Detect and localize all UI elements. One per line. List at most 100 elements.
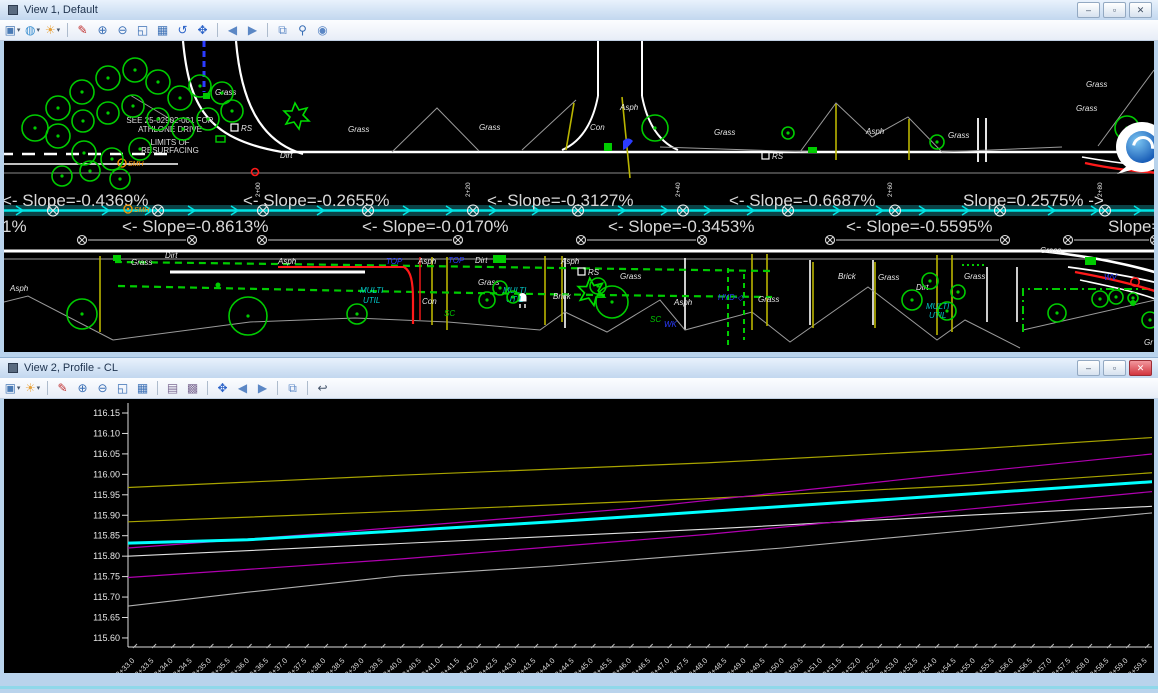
adjust-brightness-button[interactable]: ☀▾: [43, 21, 62, 39]
profile-table-button[interactable]: ▩: [183, 379, 202, 397]
maximize-button[interactable]: ▫: [1103, 360, 1126, 376]
view1-titlebar[interactable]: View 1, Default – ▫ ✕: [0, 0, 1158, 20]
y-tick-label: 115.75: [93, 572, 120, 582]
x-tick-label: 2+47.0: [648, 656, 671, 673]
star-tree-icon: [284, 103, 309, 129]
surface-label: Grass: [714, 128, 735, 137]
tree-icon: [33, 126, 36, 129]
tree-icon: [81, 119, 84, 122]
surface-label: Grass: [479, 123, 500, 132]
close-button[interactable]: ✕: [1129, 2, 1152, 18]
y-tick-label: 115.70: [93, 592, 120, 602]
fit-view-button[interactable]: ▦: [153, 21, 172, 39]
x-tick-label: 2+40.0: [381, 656, 404, 673]
tree-icon: [156, 117, 159, 120]
pan-view-button[interactable]: ✥: [193, 21, 212, 39]
x-tick-label: 2+42.0: [457, 656, 480, 673]
x-tick-label: 2+53.5: [897, 656, 920, 673]
x-tick-label: 2+54.0: [916, 656, 939, 673]
view1-toolbar: ▣▾◍▾☀▾ ✎⊕⊖◱▦↺✥ ◀▶ ⧉⚲◉: [0, 20, 1158, 41]
adjust-brightness-button[interactable]: ☀▾: [23, 379, 42, 397]
view-attributes-button[interactable]: ▣▾: [3, 379, 22, 397]
zoom-in-button[interactable]: ⊕: [73, 379, 92, 397]
surface-label: Asph: [9, 284, 29, 293]
window-icon: [8, 363, 18, 373]
survey-point-icon: [1151, 236, 1155, 245]
surface-label: UTIL: [363, 296, 380, 305]
x-tick-label: 2+45.5: [591, 656, 614, 673]
profile-view-svg: 116.15116.10116.05116.00115.95115.90115.…: [4, 399, 1154, 673]
x-tick-label: 2+59.0: [1107, 656, 1130, 673]
surface-label: Asph: [673, 298, 693, 307]
slope-label: <- Slope=-0.3453%: [608, 217, 755, 236]
x-tick-label: 2+57.5: [1050, 656, 1073, 673]
profile-grid-button[interactable]: ▤: [163, 379, 182, 397]
close-button[interactable]: ✕: [1129, 360, 1152, 376]
tree-icon: [1142, 312, 1154, 328]
tree-icon: [178, 96, 181, 99]
station-label: 2+40: [675, 182, 682, 197]
zoom-in-button[interactable]: ⊕: [93, 21, 112, 39]
manhole-icon: [127, 208, 129, 210]
zoom-out-button[interactable]: ⊖: [93, 379, 112, 397]
view2-title: View 2, Profile - CL: [24, 362, 1077, 374]
fit-view-button[interactable]: ▦: [133, 379, 152, 397]
x-tick-label: 2+34.0: [152, 656, 175, 673]
x-tick-label: 2+45.0: [572, 656, 595, 673]
survey-point-icon: [455, 237, 461, 243]
window-area-button[interactable]: ◱: [133, 21, 152, 39]
update-view-button[interactable]: ✎: [73, 21, 92, 39]
view-previous-button[interactable]: ◀: [223, 21, 242, 39]
view2-profile-canvas[interactable]: 116.15116.10116.05116.00115.95115.90115.…: [4, 399, 1154, 673]
view-next-button[interactable]: ▶: [243, 21, 262, 39]
manhole-label: SMH: [128, 161, 145, 168]
x-tick-label: 2+37.0: [266, 656, 289, 673]
x-tick-label: 2+59.5: [1126, 656, 1149, 673]
surface-label: Grass: [948, 131, 969, 140]
view2-titlebar[interactable]: View 2, Profile - CL – ▫ ✕: [0, 358, 1158, 378]
minimize-button[interactable]: –: [1077, 2, 1100, 18]
update-view-button[interactable]: ✎: [53, 379, 72, 397]
rotate-view-button[interactable]: ↺: [173, 21, 192, 39]
surface-label: Asph: [277, 257, 297, 266]
view1-drawing-canvas[interactable]: 2+002+202+402+602+80<- Slope=-0.4369%<- …: [4, 41, 1154, 352]
surface-label: Asph: [865, 127, 885, 136]
slope-label: <- Slope=-0.8613%: [122, 217, 269, 236]
tree-icon: [610, 300, 613, 303]
tree-icon: [138, 147, 141, 150]
window-area-button[interactable]: ◱: [113, 379, 132, 397]
view-next-button[interactable]: ▶: [253, 379, 272, 397]
surface-label: RS: [241, 124, 253, 133]
slope-label: <- Slope=-0.0170%: [362, 217, 509, 236]
toolbar-separator: [277, 381, 278, 395]
copy-view-button[interactable]: ⧉: [273, 21, 292, 39]
slope-label: Slope=0.: [1108, 217, 1154, 236]
surface-label: Con: [422, 297, 437, 306]
zoom-out-button[interactable]: ⊖: [113, 21, 132, 39]
view-sync-button[interactable]: ◉: [313, 21, 332, 39]
view-attributes-button[interactable]: ▣▾: [3, 21, 22, 39]
surface-label: WK: [664, 320, 678, 329]
x-tick-label: 2+35.5: [209, 656, 232, 673]
red-marker-icon: [252, 169, 259, 176]
survey-point-icon: [79, 237, 85, 243]
x-tick-label: 2+51.0: [801, 656, 824, 673]
minimize-button[interactable]: –: [1077, 360, 1100, 376]
view-navigation-button[interactable]: ⚲: [293, 21, 312, 39]
x-tick-label: 2+55.0: [954, 656, 977, 673]
maximize-button[interactable]: ▫: [1103, 2, 1126, 18]
x-tick-label: 2+55.5: [973, 656, 996, 673]
y-tick-label: 116.10: [93, 428, 120, 438]
x-tick-label: 2+50.0: [763, 656, 786, 673]
display-style-button[interactable]: ◍▾: [23, 21, 42, 39]
back-arrow-button[interactable]: ↩: [313, 379, 332, 397]
copy-view-button[interactable]: ⧉: [283, 379, 302, 397]
view-previous-button[interactable]: ◀: [233, 379, 252, 397]
pan-view-button[interactable]: ✥: [213, 379, 232, 397]
tree-icon: [1131, 296, 1134, 299]
assistant-bubble-icon[interactable]: [1114, 122, 1154, 176]
surface-label: Grass: [1040, 246, 1061, 255]
tree-icon: [786, 131, 789, 134]
surface-label: Dirt: [475, 256, 488, 265]
y-tick-label: 116.00: [93, 469, 120, 479]
